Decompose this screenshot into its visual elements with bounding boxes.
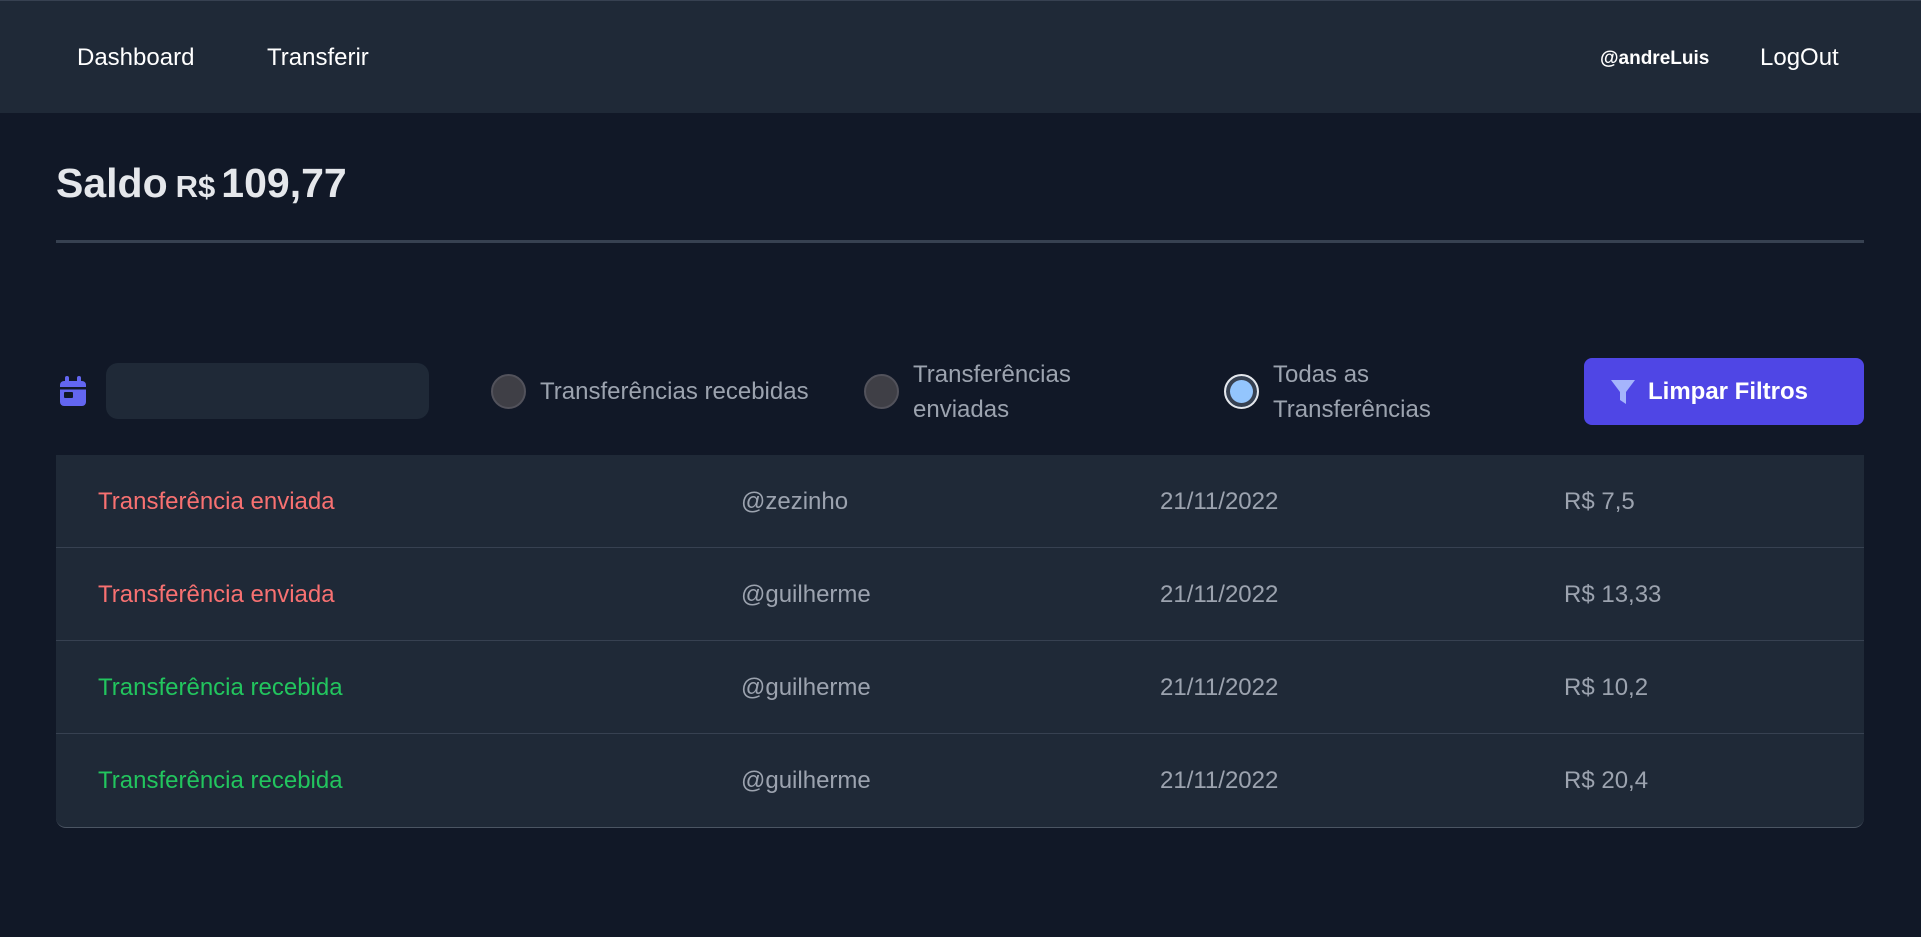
- table-row: Transferência enviada @zezinho 21/11/202…: [56, 455, 1864, 548]
- transaction-type: Transferência enviada: [98, 488, 335, 515]
- table-row: Transferência recebida @guilherme 21/11/…: [56, 734, 1864, 827]
- table-row: Transferência recebida @guilherme 21/11/…: [56, 641, 1864, 734]
- transaction-type: Transferência recebida: [98, 674, 343, 701]
- radio-received[interactable]: [491, 374, 526, 409]
- logout-button[interactable]: LogOut: [1760, 43, 1839, 73]
- calendar-icon: [60, 376, 86, 406]
- transaction-type: Transferência enviada: [98, 581, 335, 608]
- transaction-date: 21/11/2022: [1160, 674, 1279, 701]
- username-label: @andreLuis: [1600, 48, 1710, 69]
- date-filter-input[interactable]: [106, 363, 429, 419]
- transaction-user: @zezinho: [741, 488, 849, 515]
- radio-all-label[interactable]: Todas as Transferências: [1273, 357, 1473, 427]
- radio-received-label[interactable]: Transferências recebidas: [540, 374, 809, 409]
- transaction-user: @guilherme: [741, 581, 871, 608]
- radio-all[interactable]: [1224, 374, 1259, 409]
- transaction-user: @guilherme: [741, 674, 871, 701]
- clear-filters-button[interactable]: Limpar Filtros: [1584, 358, 1864, 425]
- transaction-amount: R$ 20,4: [1564, 767, 1649, 794]
- divider: [56, 240, 1864, 243]
- transaction-amount: R$ 13,33: [1564, 581, 1662, 608]
- transaction-date: 21/11/2022: [1160, 581, 1279, 608]
- navbar: Dashboard Transferir @andreLuis LogOut: [0, 0, 1921, 113]
- transaction-amount: R$ 7,5: [1564, 488, 1635, 515]
- transaction-amount: R$ 10,2: [1564, 674, 1649, 701]
- nav-transfer-link[interactable]: Transferir: [267, 43, 369, 73]
- transaction-user: @guilherme: [741, 767, 871, 794]
- balance-currency: R$: [175, 169, 216, 204]
- transaction-date: 21/11/2022: [1160, 767, 1279, 794]
- radio-sent-label[interactable]: Transferências enviadas: [913, 357, 1113, 427]
- balance-heading: Saldo R$ 109,77: [56, 160, 347, 207]
- clear-filters-label: Limpar Filtros: [1648, 377, 1809, 405]
- radio-sent[interactable]: [864, 374, 899, 409]
- transaction-date: 21/11/2022: [1160, 488, 1279, 515]
- balance-label: Saldo: [56, 160, 168, 206]
- filter-icon: [1611, 379, 1635, 404]
- table-row: Transferência enviada @guilherme 21/11/2…: [56, 548, 1864, 641]
- transaction-type: Transferência recebida: [98, 767, 343, 794]
- transactions-table: Transferência enviada @zezinho 21/11/202…: [56, 455, 1864, 828]
- nav-dashboard-link[interactable]: Dashboard: [77, 43, 194, 73]
- balance-value: 109,77: [221, 160, 347, 206]
